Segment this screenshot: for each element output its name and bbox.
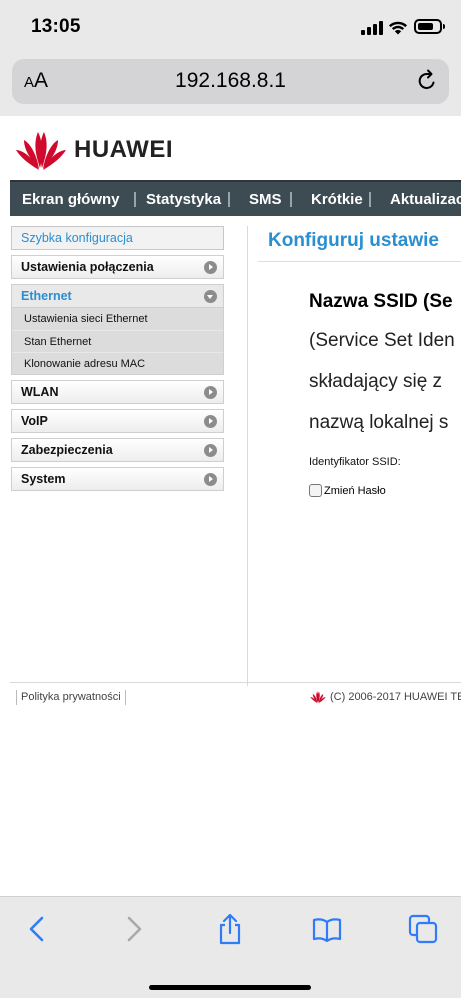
sidebar-item-label: Ustawienia połączenia xyxy=(21,260,154,274)
submenu-item-ethernet-status[interactable]: Stan Ethernet xyxy=(12,330,223,352)
share-icon[interactable] xyxy=(214,913,246,945)
footer-divider xyxy=(10,682,461,683)
change-password-checkbox[interactable] xyxy=(309,484,322,497)
sidebar-item-label: VoIP xyxy=(21,414,48,428)
battery-icon xyxy=(414,19,445,34)
reload-icon[interactable] xyxy=(415,69,439,93)
sidebar-item-label: WLAN xyxy=(21,385,59,399)
sidebar-item-connection[interactable]: Ustawienia połączenia xyxy=(11,255,224,279)
nav-shortcuts[interactable]: Krótkie xyxy=(311,182,363,218)
ethernet-submenu: Ustawienia sieci Ethernet Stan Ethernet … xyxy=(11,308,224,375)
browser-top-chrome: 13:05 AA 192.168.8.1 xyxy=(0,0,461,116)
sidebar-item-quick-setup[interactable]: Szybka konfiguracja xyxy=(11,226,224,250)
nav-home[interactable]: Ekran główny xyxy=(22,182,120,218)
chevron-right-icon xyxy=(204,473,217,486)
nav-statistics[interactable]: Statystyka xyxy=(146,182,221,218)
browser-toolbar xyxy=(0,896,461,998)
url-text[interactable]: 192.168.8.1 xyxy=(12,69,449,93)
nav-separator xyxy=(290,192,292,207)
cellular-signal-icon xyxy=(361,21,383,35)
settings-sidebar: Szybka konfiguracja Ustawienia połączeni… xyxy=(11,226,224,496)
address-bar[interactable]: AA 192.168.8.1 xyxy=(12,59,449,104)
sidebar-item-label: Zabezpieczenia xyxy=(21,443,113,457)
column-divider xyxy=(247,226,248,686)
ssid-heading: Nazwa SSID (Se xyxy=(309,291,453,312)
nav-update[interactable]: Aktualizac xyxy=(390,182,461,218)
chevron-right-icon xyxy=(204,261,217,274)
sidebar-item-system[interactable]: System xyxy=(11,467,224,491)
nav-separator xyxy=(134,192,136,207)
main-content: Konfiguruj ustawie Nazwa SSID (Se (Servi… xyxy=(258,226,461,686)
privacy-policy-link[interactable]: Polityka prywatności xyxy=(16,690,126,705)
huawei-small-logo-icon xyxy=(310,691,326,704)
sidebar-item-security[interactable]: Zabezpieczenia xyxy=(11,438,224,462)
main-nav: Ekran główny Statystyka SMS Krótkie Aktu… xyxy=(10,180,461,216)
forward-icon[interactable] xyxy=(117,913,149,945)
sidebar-item-label: Ethernet xyxy=(21,289,72,303)
chevron-down-icon xyxy=(204,290,217,303)
chevron-right-icon xyxy=(204,415,217,428)
chevron-right-icon xyxy=(204,386,217,399)
web-page: HUAWEI Ekran główny Statystyka SMS Krótk… xyxy=(0,116,461,896)
sidebar-item-voip[interactable]: VoIP xyxy=(11,409,224,433)
description-line: (Service Set Iden xyxy=(309,330,455,351)
copyright-text: (C) 2006-2017 HUAWEI TE xyxy=(330,691,461,703)
sidebar-item-label: Szybka konfiguracja xyxy=(21,231,133,245)
sidebar-item-label: System xyxy=(21,472,66,486)
description-line: składający się z xyxy=(309,371,443,392)
status-bar: 13:05 xyxy=(0,0,461,54)
description-line: nazwą lokalnej s xyxy=(309,412,449,433)
huawei-logo[interactable]: HUAWEI xyxy=(15,128,173,172)
home-indicator xyxy=(149,985,311,990)
submenu-item-ethernet-settings[interactable]: Ustawienia sieci Ethernet xyxy=(12,308,223,330)
wifi-icon xyxy=(389,21,407,35)
submenu-item-mac-clone[interactable]: Klonowanie adresu MAC xyxy=(12,352,223,374)
status-time: 13:05 xyxy=(31,16,81,37)
copyright: (C) 2006-2017 HUAWEI TE xyxy=(310,690,461,704)
bookmarks-icon[interactable] xyxy=(311,913,343,945)
chevron-right-icon xyxy=(204,444,217,457)
back-icon[interactable] xyxy=(22,913,54,945)
nav-sms[interactable]: SMS xyxy=(249,182,282,218)
change-password-row[interactable]: Zmień Hasło xyxy=(309,484,386,497)
nav-separator xyxy=(369,192,371,207)
change-password-label: Zmień Hasło xyxy=(324,484,386,497)
tabs-icon[interactable] xyxy=(407,913,439,945)
page-title: Konfiguruj ustawie xyxy=(258,226,461,262)
brand-name: HUAWEI xyxy=(74,136,173,163)
sidebar-item-ethernet[interactable]: Ethernet xyxy=(11,284,224,308)
sidebar-item-wlan[interactable]: WLAN xyxy=(11,380,224,404)
ssid-label: Identyfikator SSID: xyxy=(309,456,401,468)
huawei-flower-icon xyxy=(16,132,66,170)
nav-separator xyxy=(228,192,230,207)
